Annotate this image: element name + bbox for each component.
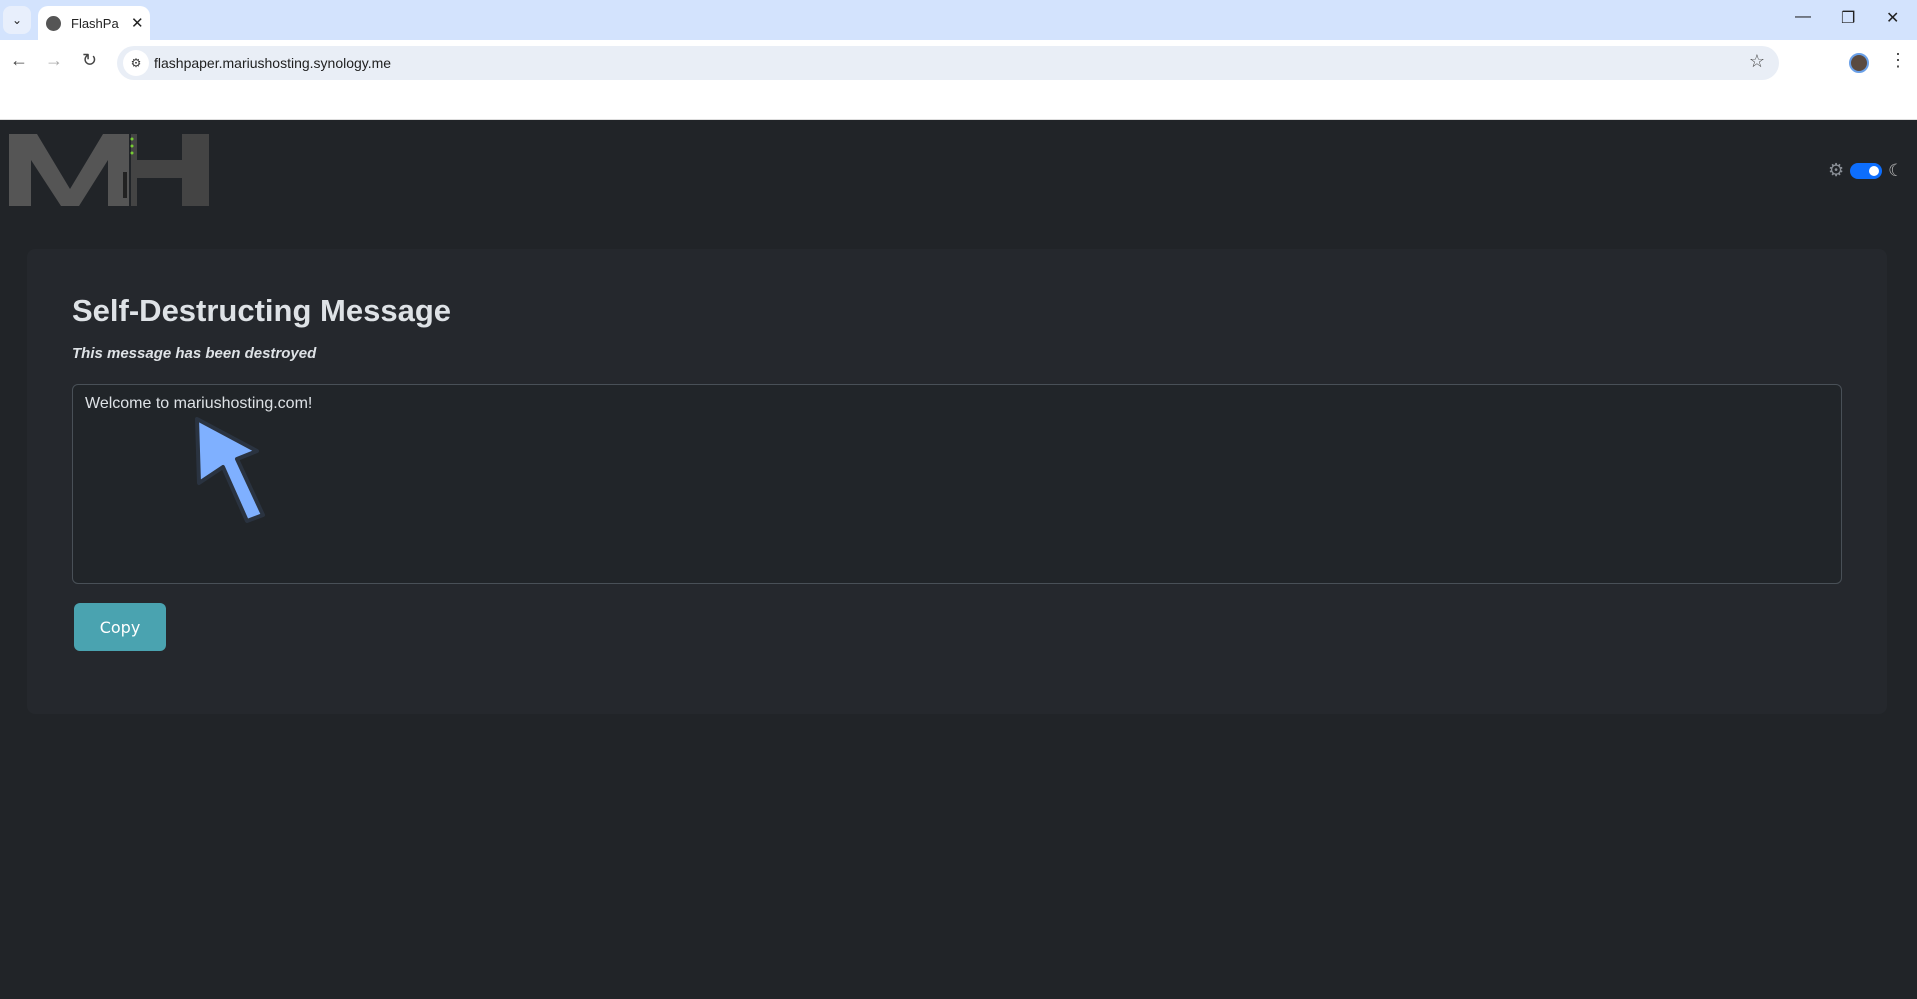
destroyed-notice: This message has been destroyed: [72, 345, 317, 362]
browser-toolbar: ← → ↻ ⚙ flashpaper.mariushosting.synolog…: [0, 40, 1917, 80]
reload-icon[interactable]: ↻: [82, 50, 97, 71]
tab-search-chevron-down-icon[interactable]: ⌄: [3, 6, 31, 34]
tab-close-icon[interactable]: ✕: [131, 14, 144, 32]
address-bar[interactable]: ⚙ flashpaper.mariushosting.synology.me ☆: [117, 46, 1779, 80]
mariushosting-logo: [9, 134, 209, 206]
browser-tab[interactable]: FlashPaper ✕: [38, 6, 150, 40]
moon-icon: ☾: [1888, 160, 1904, 180]
dark-mode-switch[interactable]: [1850, 162, 1883, 179]
profile-avatar[interactable]: [1849, 53, 1869, 73]
bookmarks-strip: [0, 80, 1917, 120]
globe-icon: [46, 15, 61, 31]
tab-title: FlashPaper: [71, 15, 119, 31]
theme-toggle-group: ⚙ ☾: [1828, 160, 1903, 181]
copy-button[interactable]: Copy: [74, 603, 166, 651]
site-settings-icon[interactable]: ⚙: [123, 50, 149, 76]
message-textarea[interactable]: Welcome to mariushosting.com!: [72, 384, 1842, 584]
sun-gear-icon: ⚙: [1828, 160, 1845, 180]
page-title: Self-Destructing Message: [72, 293, 451, 328]
annotation-arrow-icon: [195, 417, 265, 523]
restore-icon[interactable]: ❐: [1841, 8, 1855, 28]
browser-menu-icon[interactable]: ⋮: [1889, 50, 1907, 71]
bookmark-star-icon[interactable]: ☆: [1749, 51, 1765, 72]
minimize-icon[interactable]: —: [1795, 8, 1811, 26]
back-icon[interactable]: ←: [10, 50, 28, 71]
browser-tab-bar: ⌄ FlashPaper ✕ — ❐ ✕: [0, 0, 1917, 40]
window-close-icon[interactable]: ✕: [1886, 8, 1899, 28]
url-text[interactable]: flashpaper.mariushosting.synology.me: [154, 55, 391, 71]
forward-icon[interactable]: →: [45, 50, 63, 71]
